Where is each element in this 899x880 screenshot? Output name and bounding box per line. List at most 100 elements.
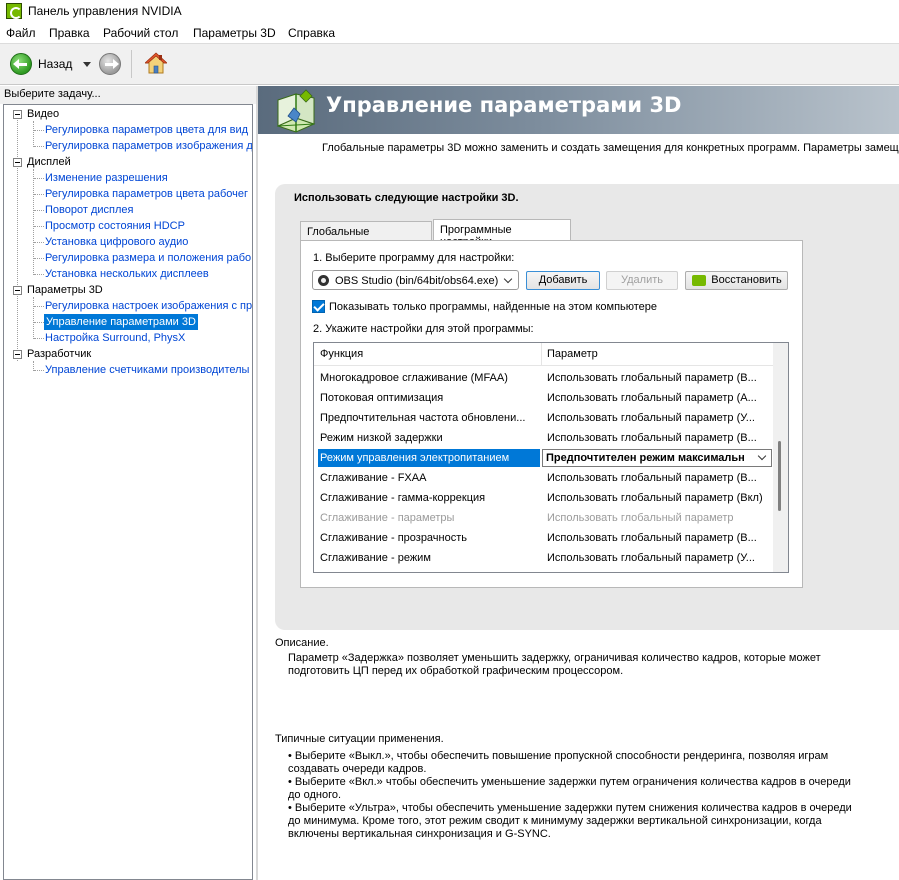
table-row[interactable]: Потоковая оптимизация Использовать глоба… (314, 388, 774, 408)
tree-branch-line (33, 121, 34, 147)
table-row-selected[interactable]: Режим управления электропитанием Предпоч… (314, 448, 774, 468)
tree-category-display[interactable]: Дисплей (27, 154, 71, 170)
table-row[interactable]: Сглаживание - гамма-коррекция Использова… (314, 488, 774, 508)
tree-item-image-settings-preview[interactable]: Регулировка настроек изображения с пр (45, 298, 252, 314)
tree-item-video-color[interactable]: Регулировка параметров цвета для вид (45, 122, 248, 138)
expander-display[interactable] (13, 158, 22, 167)
description-line: подготовить ЦП перед их обработкой графи… (288, 665, 624, 677)
grid-value: Использовать глобальный параметр (А... (547, 392, 757, 404)
tab-global-settings[interactable]: Глобальные параметры (300, 221, 432, 250)
tree-connector (34, 258, 44, 259)
menu-desktop[interactable]: Рабочий стол (103, 26, 178, 40)
power-mode-select[interactable]: Предпочтителен режим максимальн (542, 449, 772, 467)
tree-connector (34, 210, 44, 211)
tree-item-desktop-size[interactable]: Регулировка размера и положения рабо (45, 250, 251, 266)
page-header: Управление параметрами 3D (258, 86, 899, 134)
grid-scrollbar-thumb[interactable] (778, 441, 781, 511)
expander-3d[interactable] (13, 286, 22, 295)
table-row[interactable]: Сглаживание - FXAA Использовать глобальн… (314, 468, 774, 488)
grid-scrollbar[interactable] (773, 343, 788, 572)
grid-value: Использовать глобальный параметр (У... (547, 412, 755, 424)
add-program-button[interactable]: Добавить (526, 271, 600, 290)
tree-connector (34, 274, 44, 275)
show-found-programs-label[interactable]: Показывать только программы, найденные н… (329, 301, 657, 313)
usage-line: создавать очереди кадров. (288, 763, 427, 775)
tree-item-rotate[interactable]: Поворот дисплея (45, 202, 133, 218)
tree-connector (34, 338, 44, 339)
usage-item: • Выберите «Вкл.» чтобы обеспечить умень… (288, 776, 878, 802)
usage-title: Типичные ситуации применения. (275, 733, 444, 745)
home-icon[interactable] (145, 52, 167, 76)
tree-connector (34, 370, 44, 371)
description-line: Параметр «Задержка» позволяет уменьшить … (288, 652, 821, 664)
program-select[interactable]: OBS Studio (bin/64bit/obs64.exe) (312, 270, 519, 290)
tree-branch-line (33, 297, 34, 339)
back-button[interactable] (10, 53, 32, 75)
menu-bar: Файл Правка Рабочий стол Параметры 3D Сп… (0, 22, 899, 43)
tree-category-video[interactable]: Видео (27, 106, 59, 122)
tree-item-multi-display[interactable]: Установка нескольких дисплеев (45, 266, 209, 282)
menu-3d-settings[interactable]: Параметры 3D (193, 26, 276, 40)
table-row[interactable]: Режим низкой задержки Использовать глоба… (314, 428, 774, 448)
pane-splitter[interactable] (256, 86, 258, 880)
nvidia-logo-icon (692, 275, 706, 286)
step2-label: 2. Укажите настройки для этой программы: (313, 323, 534, 335)
window-title: Панель управления NVIDIA (28, 4, 182, 18)
usage-line: • Выберите «Выкл.», чтобы обеспечить пов… (288, 750, 829, 762)
obs-icon (318, 275, 329, 286)
grid-value: Использовать глобальный параметр (В... (547, 432, 757, 444)
task-pane-header: Выберите задачу... (0, 86, 256, 104)
toolbar-separator (131, 50, 132, 78)
history-dropdown-icon[interactable] (83, 62, 91, 67)
grid-header-feature[interactable]: Функция (320, 348, 363, 360)
tree-category-developer[interactable]: Разработчик (27, 346, 91, 362)
grid-header: Функция Параметр (314, 343, 774, 366)
tree-item-manage-3d[interactable]: Управление параметрами 3D (44, 314, 198, 330)
show-found-programs-checkbox[interactable] (312, 300, 325, 313)
forward-button[interactable] (99, 53, 121, 75)
remove-program-button[interactable]: Удалить (606, 271, 678, 290)
menu-help[interactable]: Справка (288, 26, 335, 40)
tree-root-line (17, 113, 18, 361)
usage-line: до минимума. Кроме того, этот режим свод… (288, 815, 822, 827)
grid-feature: Многокадровое сглаживание (MFAA) (320, 372, 508, 384)
grid-feature: Сглаживание - прозрачность (320, 532, 468, 544)
menu-edit[interactable]: Правка (49, 26, 90, 40)
table-row-disabled: Сглаживание - параметры Использовать гло… (314, 508, 774, 528)
tree-connector (34, 242, 44, 243)
grid-feature: Сглаживание - режим (320, 552, 431, 564)
expander-developer[interactable] (13, 350, 22, 359)
tree-item-surround-physx[interactable]: Настройка Surround, PhysX (45, 330, 185, 346)
tree-item-perf-counters[interactable]: Управление счетчиками производителы (45, 362, 249, 378)
tab-program-settings[interactable]: Программные настройки (433, 219, 571, 248)
grid-feature: Сглаживание - гамма-коррекция (320, 492, 486, 504)
usage-item: • Выберите «Ультра», чтобы обеспечить ум… (288, 802, 878, 841)
menu-file[interactable]: Файл (6, 26, 36, 40)
step1-label: 1. Выберите программу для настройки: (313, 252, 515, 264)
tree-connector (34, 226, 44, 227)
tree-item-video-image[interactable]: Регулировка параметров изображения д (45, 138, 252, 154)
table-row[interactable]: Сглаживание - режим Использовать глобаль… (314, 548, 774, 568)
grid-value: Использовать глобальный параметр (547, 512, 734, 524)
panel-title: Использовать следующие настройки 3D. (294, 192, 519, 204)
grid-value: Использовать глобальный параметр (В... (547, 472, 757, 484)
table-row[interactable]: Предпочтительная частота обновлени... Ис… (314, 408, 774, 428)
tree-item-resolution[interactable]: Изменение разрешения (45, 170, 168, 186)
usage-line: • Выберите «Вкл.» чтобы обеспечить умень… (288, 776, 851, 788)
back-label[interactable]: Назад (38, 57, 72, 71)
expander-video[interactable] (13, 110, 22, 119)
power-mode-value: Предпочтителен режим максимальн (546, 452, 745, 464)
tree-connector (34, 194, 44, 195)
grid-feature: Режим управления электропитанием (318, 449, 540, 467)
tree-item-digital-audio[interactable]: Установка цифрового аудио (45, 234, 188, 250)
tree-connector (34, 322, 44, 323)
task-tree: Видео Регулировка параметров цвета для в… (3, 104, 253, 880)
tree-item-hdcp[interactable]: Просмотр состояния HDCP (45, 218, 185, 234)
table-row[interactable]: Многокадровое сглаживание (MFAA) Использ… (314, 368, 774, 388)
grid-header-value[interactable]: Параметр (547, 348, 598, 360)
chevron-down-icon (503, 274, 513, 284)
tree-item-desktop-color[interactable]: Регулировка параметров цвета рабочег (45, 186, 248, 202)
tree-category-3d[interactable]: Параметры 3D (27, 282, 103, 298)
restore-button[interactable]: Восстановить (685, 271, 788, 290)
table-row[interactable]: Сглаживание - прозрачность Использовать … (314, 528, 774, 548)
